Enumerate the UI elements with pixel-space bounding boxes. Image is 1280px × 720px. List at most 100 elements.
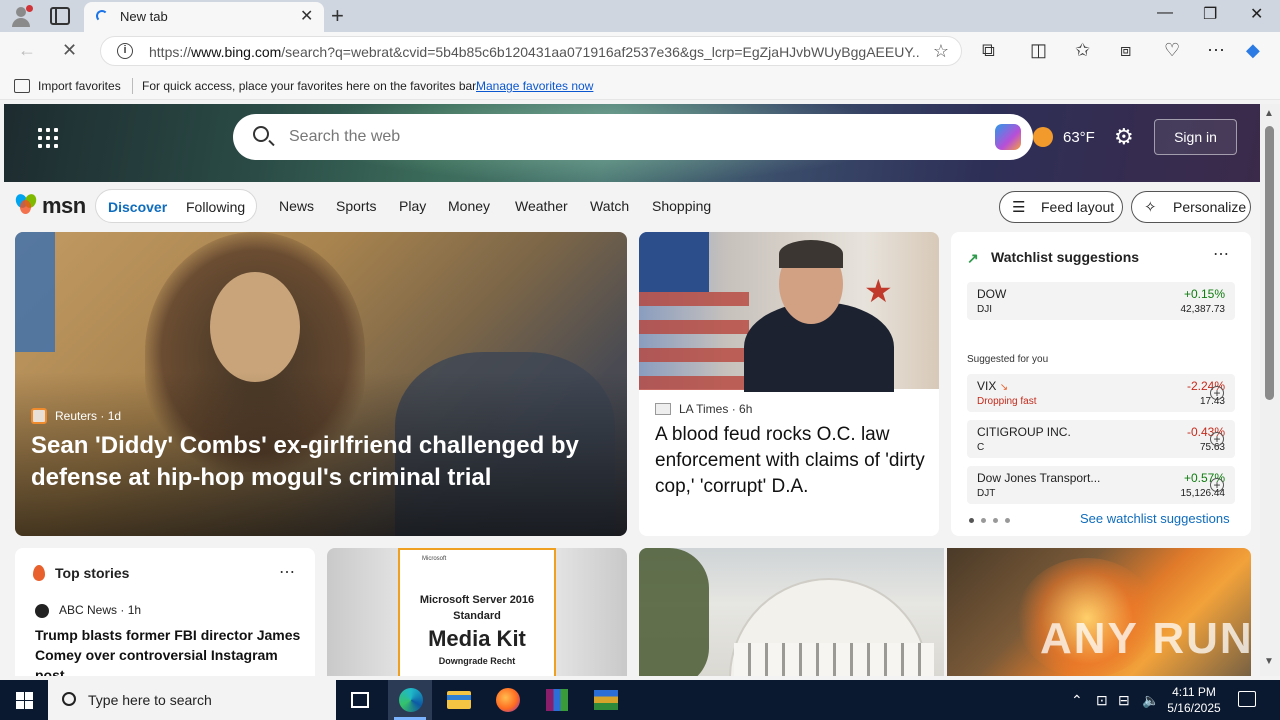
- new-tab-icon[interactable]: +: [331, 3, 344, 29]
- copilot-icon[interactable]: ◆: [1246, 40, 1260, 61]
- hero-banner: Search the web 63°F ⚙ Sign in: [4, 104, 1260, 184]
- divider: [132, 78, 133, 94]
- ad-card[interactable]: Microsoft Microsoft Server 2016 Standard…: [327, 548, 627, 676]
- page-scrollbar[interactable]: ▲ ▼: [1260, 104, 1280, 676]
- tray-device-icon[interactable]: ⊡: [1096, 692, 1108, 709]
- stock-row-vix[interactable]: VIX ↘ Dropping fast -2.24% 17.43: [967, 374, 1235, 412]
- collections-icon[interactable]: ⧈: [1120, 40, 1131, 61]
- file-explorer-taskbar-app[interactable]: [437, 680, 481, 720]
- volume-icon[interactable]: 🔈: [1142, 692, 1159, 709]
- stock-row-djt[interactable]: Dow Jones Transport... DJT +0.57% 15,126…: [967, 466, 1235, 504]
- taskbar: Type here to search ⌃ ⊡ ⊟ 🔈 4:11 PM 5/16…: [0, 680, 1280, 720]
- feed-layout-button[interactable]: ☰ Feed layout: [999, 191, 1123, 223]
- profile-icon[interactable]: [10, 5, 33, 27]
- apps-grid-icon[interactable]: [38, 128, 58, 148]
- site-info-icon[interactable]: i: [117, 43, 133, 59]
- stop-icon[interactable]: ✕: [62, 40, 77, 61]
- story-headline[interactable]: A blood feud rocks O.C. law enforcement …: [655, 422, 925, 500]
- tab-following[interactable]: Following: [186, 199, 245, 215]
- top-stories-title: Top stories: [55, 565, 130, 581]
- msn-page: Search the web 63°F ⚙ Sign in msn Discov…: [4, 104, 1260, 676]
- add-vix-button[interactable]: +: [1210, 386, 1224, 400]
- add-citigroup-button[interactable]: +: [1210, 432, 1224, 446]
- nav-shopping[interactable]: Shopping: [652, 198, 711, 214]
- trend-icon: ↗: [967, 250, 979, 266]
- more-options-icon[interactable]: ⋯: [279, 562, 295, 582]
- story-image: ★: [639, 232, 939, 392]
- tab-discover[interactable]: Discover: [108, 199, 167, 215]
- drop-alert-icon: ↘: [999, 382, 1009, 393]
- copilot-search-icon[interactable]: [995, 124, 1021, 150]
- close-window-icon[interactable]: ✕: [1250, 4, 1263, 24]
- firefox-icon: [496, 688, 520, 712]
- browser-essentials-icon[interactable]: ♡: [1164, 40, 1180, 61]
- main-story-card[interactable]: Reuters · 1d Sean 'Diddy' Combs' ex-girl…: [15, 232, 627, 536]
- more-options-icon[interactable]: ⋯: [1213, 244, 1229, 264]
- back-icon[interactable]: ←: [18, 40, 36, 61]
- temperature[interactable]: 63°F: [1063, 129, 1095, 146]
- system-clock[interactable]: 4:11 PM 5/16/2025: [1166, 684, 1222, 716]
- taskbar-search[interactable]: Type here to search: [48, 680, 336, 720]
- archive-taskbar-app[interactable]: [584, 680, 628, 720]
- stock-row-citigroup[interactable]: CITIGROUP INC. C -0.43% 75.63: [967, 420, 1235, 458]
- import-favorites-button[interactable]: Import favorites: [38, 79, 121, 93]
- windows-start-icon[interactable]: [16, 692, 33, 709]
- web-search-box[interactable]: Search the web: [233, 114, 1033, 160]
- nav-watch[interactable]: Watch: [590, 198, 629, 214]
- stock-row-dow[interactable]: DOW DJI +0.15% 42,387.73: [967, 282, 1235, 320]
- flame-icon: [33, 565, 45, 581]
- story-source: LA Times · 6h: [679, 402, 753, 416]
- more-menu-icon[interactable]: ⋯: [1207, 40, 1225, 61]
- close-tab-icon[interactable]: ✕: [300, 6, 313, 26]
- scroll-down-icon[interactable]: ▼: [1264, 656, 1274, 667]
- firefox-taskbar-app[interactable]: [486, 680, 530, 720]
- archive-icon: [594, 690, 618, 710]
- url-text[interactable]: https://www.bing.com/search?q=webrat&cvi…: [149, 44, 919, 60]
- restore-icon[interactable]: ❐: [1203, 4, 1217, 24]
- story-headline[interactable]: Trump blasts former FBI director James C…: [35, 625, 305, 676]
- favorite-star-icon[interactable]: ☆: [933, 41, 949, 62]
- task-view-icon[interactable]: [351, 692, 369, 708]
- extensions-icon[interactable]: ⧉: [982, 40, 995, 61]
- title-bar: New tab ✕ + — ❐ ✕: [0, 0, 1280, 32]
- nav-news[interactable]: News: [279, 198, 314, 214]
- msn-logo[interactable]: msn: [13, 192, 86, 218]
- winrar-taskbar-app[interactable]: [535, 680, 579, 720]
- sign-in-button[interactable]: Sign in: [1154, 119, 1237, 155]
- abc-news-logo-icon: [35, 604, 49, 618]
- nav-money[interactable]: Money: [448, 198, 490, 214]
- search-icon: [253, 126, 269, 142]
- network-icon[interactable]: ⊟: [1118, 692, 1130, 709]
- msn-butterfly-icon: [13, 192, 39, 214]
- edge-icon: [399, 688, 423, 712]
- settings-gear-icon[interactable]: ⚙: [1114, 124, 1134, 150]
- notifications-icon[interactable]: [1238, 691, 1256, 707]
- minimize-icon[interactable]: —: [1157, 4, 1173, 22]
- ad-product-box: Microsoft Microsoft Server 2016 Standard…: [398, 548, 556, 676]
- la-times-story-card[interactable]: ★ LA Times · 6h A blood feud rocks O.C. …: [639, 232, 939, 536]
- see-watchlist-link[interactable]: See watchlist suggestions: [1080, 511, 1230, 526]
- nav-weather[interactable]: Weather: [515, 198, 568, 214]
- scroll-thumb[interactable]: [1265, 126, 1274, 400]
- search-placeholder: Search the web: [289, 128, 401, 145]
- story-source: ABC News · 1h: [59, 603, 142, 617]
- nav-play[interactable]: Play: [399, 198, 426, 214]
- add-djt-button[interactable]: +: [1210, 478, 1224, 492]
- weather-sun-icon[interactable]: [1033, 127, 1053, 147]
- sparkle-icon: ✧: [1144, 199, 1157, 216]
- story-headline[interactable]: Sean 'Diddy' Combs' ex-girlfriend challe…: [31, 430, 601, 494]
- image-story-card[interactable]: [639, 548, 944, 676]
- nav-sports[interactable]: Sports: [336, 198, 376, 214]
- browser-tab[interactable]: New tab ✕: [84, 2, 324, 32]
- favorites-icon[interactable]: ✩: [1075, 40, 1090, 61]
- personalize-button[interactable]: ✧ Personalize: [1131, 191, 1251, 223]
- tray-chevron-icon[interactable]: ⌃: [1071, 692, 1083, 709]
- edge-taskbar-app[interactable]: [388, 680, 432, 720]
- sliders-icon: ☰: [1012, 199, 1026, 216]
- address-bar[interactable]: i https://www.bing.com/search?q=webrat&c…: [100, 36, 962, 66]
- scroll-up-icon[interactable]: ▲: [1264, 108, 1274, 119]
- split-screen-icon[interactable]: ◫: [1030, 40, 1047, 61]
- manage-favorites-link[interactable]: Manage favorites now: [476, 79, 593, 93]
- la-times-logo-icon: [655, 403, 671, 415]
- tab-actions-icon[interactable]: [50, 7, 70, 25]
